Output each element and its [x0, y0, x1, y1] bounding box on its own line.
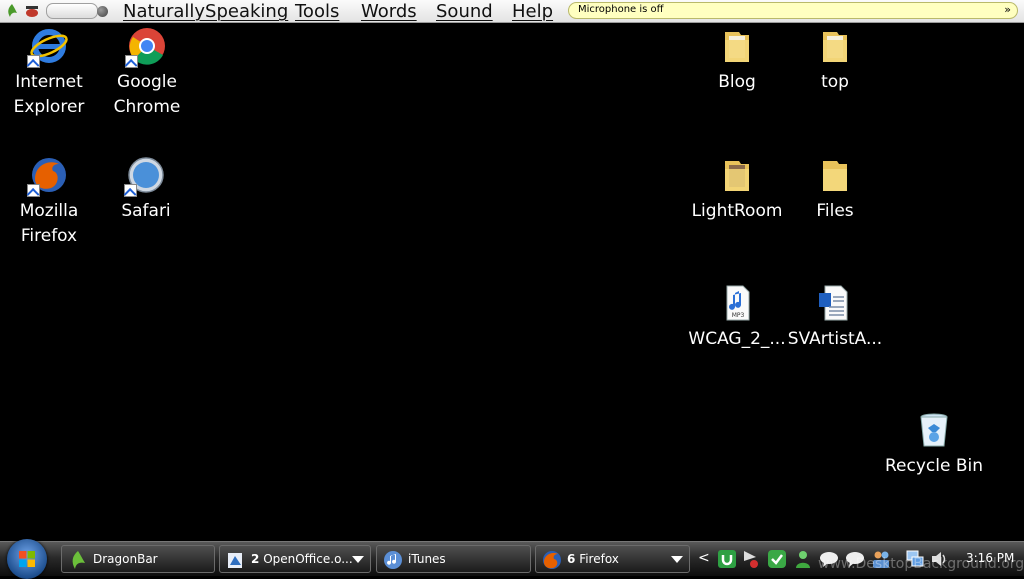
dragon-bar: NaturallySpeaking Tools Words Sound Help… — [0, 0, 1024, 23]
shortcut-arrow-icon — [124, 184, 137, 197]
firefox-icon — [27, 155, 69, 197]
taskbar-button-label: iTunes — [408, 552, 446, 566]
safari-icon — [124, 155, 166, 197]
microphone-status-box[interactable]: Microphone is off » — [568, 2, 1018, 19]
shortcut-arrow-icon — [125, 55, 138, 68]
menu-sound[interactable]: Sound — [436, 0, 493, 23]
icon-label: Internet Explorer — [13, 72, 85, 117]
taskbar-button-itunes[interactable]: iTunes — [376, 545, 531, 573]
start-button[interactable] — [7, 539, 47, 579]
folder-icon — [717, 155, 757, 195]
icon-label: top — [821, 72, 849, 92]
desktop-icon-recycle-bin[interactable]: Recycle Bin — [884, 410, 984, 479]
icon-label: SVArtistA... — [787, 329, 883, 349]
shortcut-arrow-icon — [27, 55, 40, 68]
icon-label: Files — [816, 201, 854, 221]
status-dot — [97, 6, 108, 17]
document-file-icon — [815, 283, 855, 323]
window-count: 2 — [251, 552, 260, 566]
recycle-bin-icon — [914, 410, 954, 450]
taskbar-button-label: Firefox — [579, 552, 619, 566]
icon-label: Blog — [718, 72, 756, 92]
desktop-icon-safari[interactable]: Safari — [96, 155, 196, 224]
folder-icon — [717, 26, 757, 66]
icon-label: Google Chrome — [113, 72, 181, 117]
dragon-icon[interactable] — [5, 3, 19, 19]
expand-icon[interactable]: » — [1004, 3, 1011, 16]
desktop-icon-lightroom-folder[interactable]: LightRoom — [687, 155, 787, 224]
windows-start-icon — [19, 551, 35, 567]
check-icon[interactable] — [767, 549, 787, 569]
icon-label: LightRoom — [691, 201, 783, 221]
menu-tools[interactable]: Tools — [295, 0, 339, 23]
openoffice-icon — [228, 553, 242, 568]
desktop-icon-google-chrome[interactable]: Google Chrome — [97, 26, 197, 120]
microphone-status-text: Microphone is off — [578, 4, 664, 15]
svg-text:MP3: MP3 — [732, 312, 745, 319]
taskbar-button-openoffice[interactable]: 2 OpenOffice.o... — [219, 545, 371, 573]
mp3-file-icon: MP3 — [717, 283, 757, 323]
messenger-icon[interactable] — [793, 549, 813, 569]
taskbar-button-dragonbar[interactable]: DragonBar — [61, 545, 215, 573]
folder-icon — [815, 26, 855, 66]
dragon-icon — [72, 551, 85, 569]
taskbar: DragonBar 2 OpenOffice.o... iTunes 6 Fir… — [0, 539, 1024, 579]
desktop-icon-mozilla-firefox[interactable]: Mozilla Firefox — [0, 155, 99, 249]
utorrent-icon[interactable] — [717, 549, 737, 569]
desktop-icon-top-folder[interactable]: top — [785, 26, 885, 95]
desktop-icon-internet-explorer[interactable]: Internet Explorer — [0, 26, 99, 120]
firefox-icon — [543, 551, 561, 569]
internet-explorer-icon — [27, 26, 69, 68]
window-count: 6 — [567, 552, 576, 566]
volume-slider[interactable] — [46, 3, 98, 19]
icon-label: Mozilla Firefox — [19, 201, 79, 246]
taskbar-button-firefox[interactable]: 6 Firefox — [535, 545, 690, 573]
desktop-icon-wcag-mp3[interactable]: MP3 WCAG_2_... — [687, 283, 787, 352]
google-chrome-icon — [125, 26, 167, 68]
itunes-icon — [384, 551, 402, 569]
desktop-icon-svartist-document[interactable]: SVArtistA... — [785, 283, 885, 352]
watermark-text: www.DesktopBackground.org — [818, 556, 1024, 572]
dropdown-arrow-icon[interactable] — [671, 556, 683, 563]
desktop-icon-files-folder[interactable]: Files — [785, 155, 885, 224]
taskbar-button-label: OpenOffice.o... — [263, 552, 353, 566]
icon-label: WCAG_2_... — [688, 329, 786, 349]
desktop-icon-blog-folder[interactable]: Blog — [687, 26, 787, 95]
show-hidden-icons-button[interactable]: < — [698, 550, 710, 566]
icon-label: Recycle Bin — [884, 456, 983, 476]
icon-label: Safari — [121, 201, 171, 221]
dropdown-arrow-icon[interactable] — [352, 556, 364, 563]
menu-naturallyspeaking[interactable]: NaturallySpeaking — [123, 0, 288, 23]
shortcut-arrow-icon — [27, 184, 40, 197]
media-flag-icon[interactable] — [741, 549, 761, 569]
microphone-icon[interactable] — [23, 3, 41, 19]
menu-words[interactable]: Words — [361, 0, 417, 23]
menu-help[interactable]: Help — [512, 0, 553, 23]
taskbar-button-label: DragonBar — [93, 552, 158, 566]
folder-icon — [815, 155, 855, 195]
